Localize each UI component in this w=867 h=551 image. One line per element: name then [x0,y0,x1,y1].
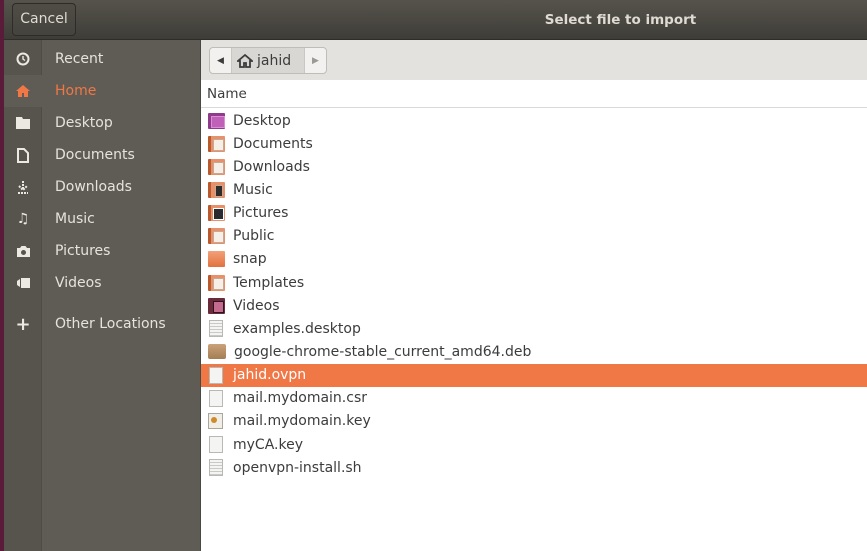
text-file-icon [209,320,223,338]
home-icon [4,75,42,107]
file-icon [209,389,223,407]
file-row[interactable]: google-chrome-stable_current_amd64.deb [201,340,867,363]
desktop-folder-icon [4,107,42,139]
pictures-folder-icon [208,205,225,222]
file-row[interactable]: Desktop [201,109,867,132]
templates-folder-icon [208,274,225,291]
file-name: mail.mydomain.key [233,413,371,430]
file-browser: ◀ jahid ▶ Name Desktop Documents Downloa… [200,40,867,551]
file-name: Videos [233,297,280,314]
sidebar-item-label: Home [55,83,97,99]
path-bar: ◀ jahid ▶ [209,47,327,74]
sidebar-item-desktop[interactable]: Desktop [4,107,200,139]
clock-icon [4,43,42,75]
file-name: Documents [233,135,313,152]
folder-icon [208,251,225,268]
sidebar-item-home[interactable]: Home [4,75,200,107]
sidebar-item-documents[interactable]: Documents [4,139,200,171]
file-row[interactable]: mail.mydomain.key [201,410,867,433]
certificate-icon [208,413,223,430]
download-icon [4,171,42,203]
file-row[interactable]: Downloads [201,155,867,178]
video-icon [4,267,42,299]
pathbar-area: ◀ jahid ▶ [201,40,867,80]
path-scroll-left-button[interactable]: ◀ [210,48,232,73]
file-name: mail.mydomain.csr [233,390,367,407]
header-bar: Cancel Select file to import [4,0,867,40]
file-row[interactable]: Pictures [201,202,867,225]
path-crumb-home[interactable]: jahid [232,48,304,73]
sidebar-item-music[interactable]: ♫ Music [4,203,200,235]
file-name: Public [233,228,275,245]
file-row[interactable]: mail.mydomain.csr [201,387,867,410]
sidebar-item-pictures[interactable]: Pictures [4,235,200,267]
music-icon: ♫ [16,211,30,227]
file-row[interactable]: Public [201,225,867,248]
file-row[interactable]: myCA.key [201,433,867,456]
file-name: Music [233,181,273,198]
file-name: Pictures [233,205,289,222]
home-icon [237,53,253,68]
sidebar-item-label: Documents [55,147,135,163]
file-name: jahid.ovpn [233,367,307,384]
file-row[interactable]: openvpn-install.sh [201,456,867,479]
file-list: Desktop Documents Downloads Music Pictur… [201,109,867,479]
path-crumb-label: jahid [257,52,292,69]
sidebar-item-label: Pictures [55,243,111,259]
column-header-name[interactable]: Name [201,81,867,108]
file-row[interactable]: examples.desktop [201,317,867,340]
camera-icon [4,235,42,267]
plus-icon: + [15,313,31,335]
dialog-title: Select file to import [544,12,697,28]
sidebar-item-label: Downloads [55,179,132,195]
file-name: examples.desktop [233,320,361,337]
sidebar-item-label: Videos [55,275,102,291]
file-name: myCA.key [233,436,303,453]
sidebar-item-label: Other Locations [55,316,166,332]
videos-folder-icon [208,297,225,314]
sidebar-item-recent[interactable]: Recent [4,43,200,75]
sidebar-item-label: Recent [55,51,104,67]
desktop-folder-icon [208,112,225,129]
file-row-selected[interactable]: jahid.ovpn [201,363,867,387]
documents-folder-icon [208,135,225,152]
sidebar-item-videos[interactable]: Videos [4,267,200,299]
file-name: Templates [233,274,305,291]
file-name: snap [233,251,267,268]
places-sidebar: Recent Home Desktop Documents Downloads … [4,40,200,551]
file-row[interactable]: Templates [201,271,867,294]
music-folder-icon [208,181,225,198]
file-row[interactable]: Documents [201,132,867,155]
file-name: Desktop [233,112,291,129]
public-folder-icon [208,228,225,245]
sidebar-item-label: Music [55,211,95,227]
file-row[interactable]: Music [201,178,867,201]
file-name: Downloads [233,158,310,175]
file-icon [209,436,223,454]
file-row[interactable]: Videos [201,294,867,317]
file-name: openvpn-install.sh [233,459,362,476]
path-scroll-right-button[interactable]: ▶ [304,48,326,73]
package-icon [208,344,226,360]
sidebar-item-downloads[interactable]: Downloads [4,171,200,203]
downloads-folder-icon [208,158,225,175]
file-icon [209,366,223,384]
sidebar-item-other-locations[interactable]: + Other Locations [4,308,200,340]
document-icon [4,139,42,171]
sidebar-item-label: Desktop [55,115,113,131]
file-row[interactable]: snap [201,248,867,271]
file-name: google-chrome-stable_current_amd64.deb [234,343,532,360]
script-file-icon [209,459,223,477]
